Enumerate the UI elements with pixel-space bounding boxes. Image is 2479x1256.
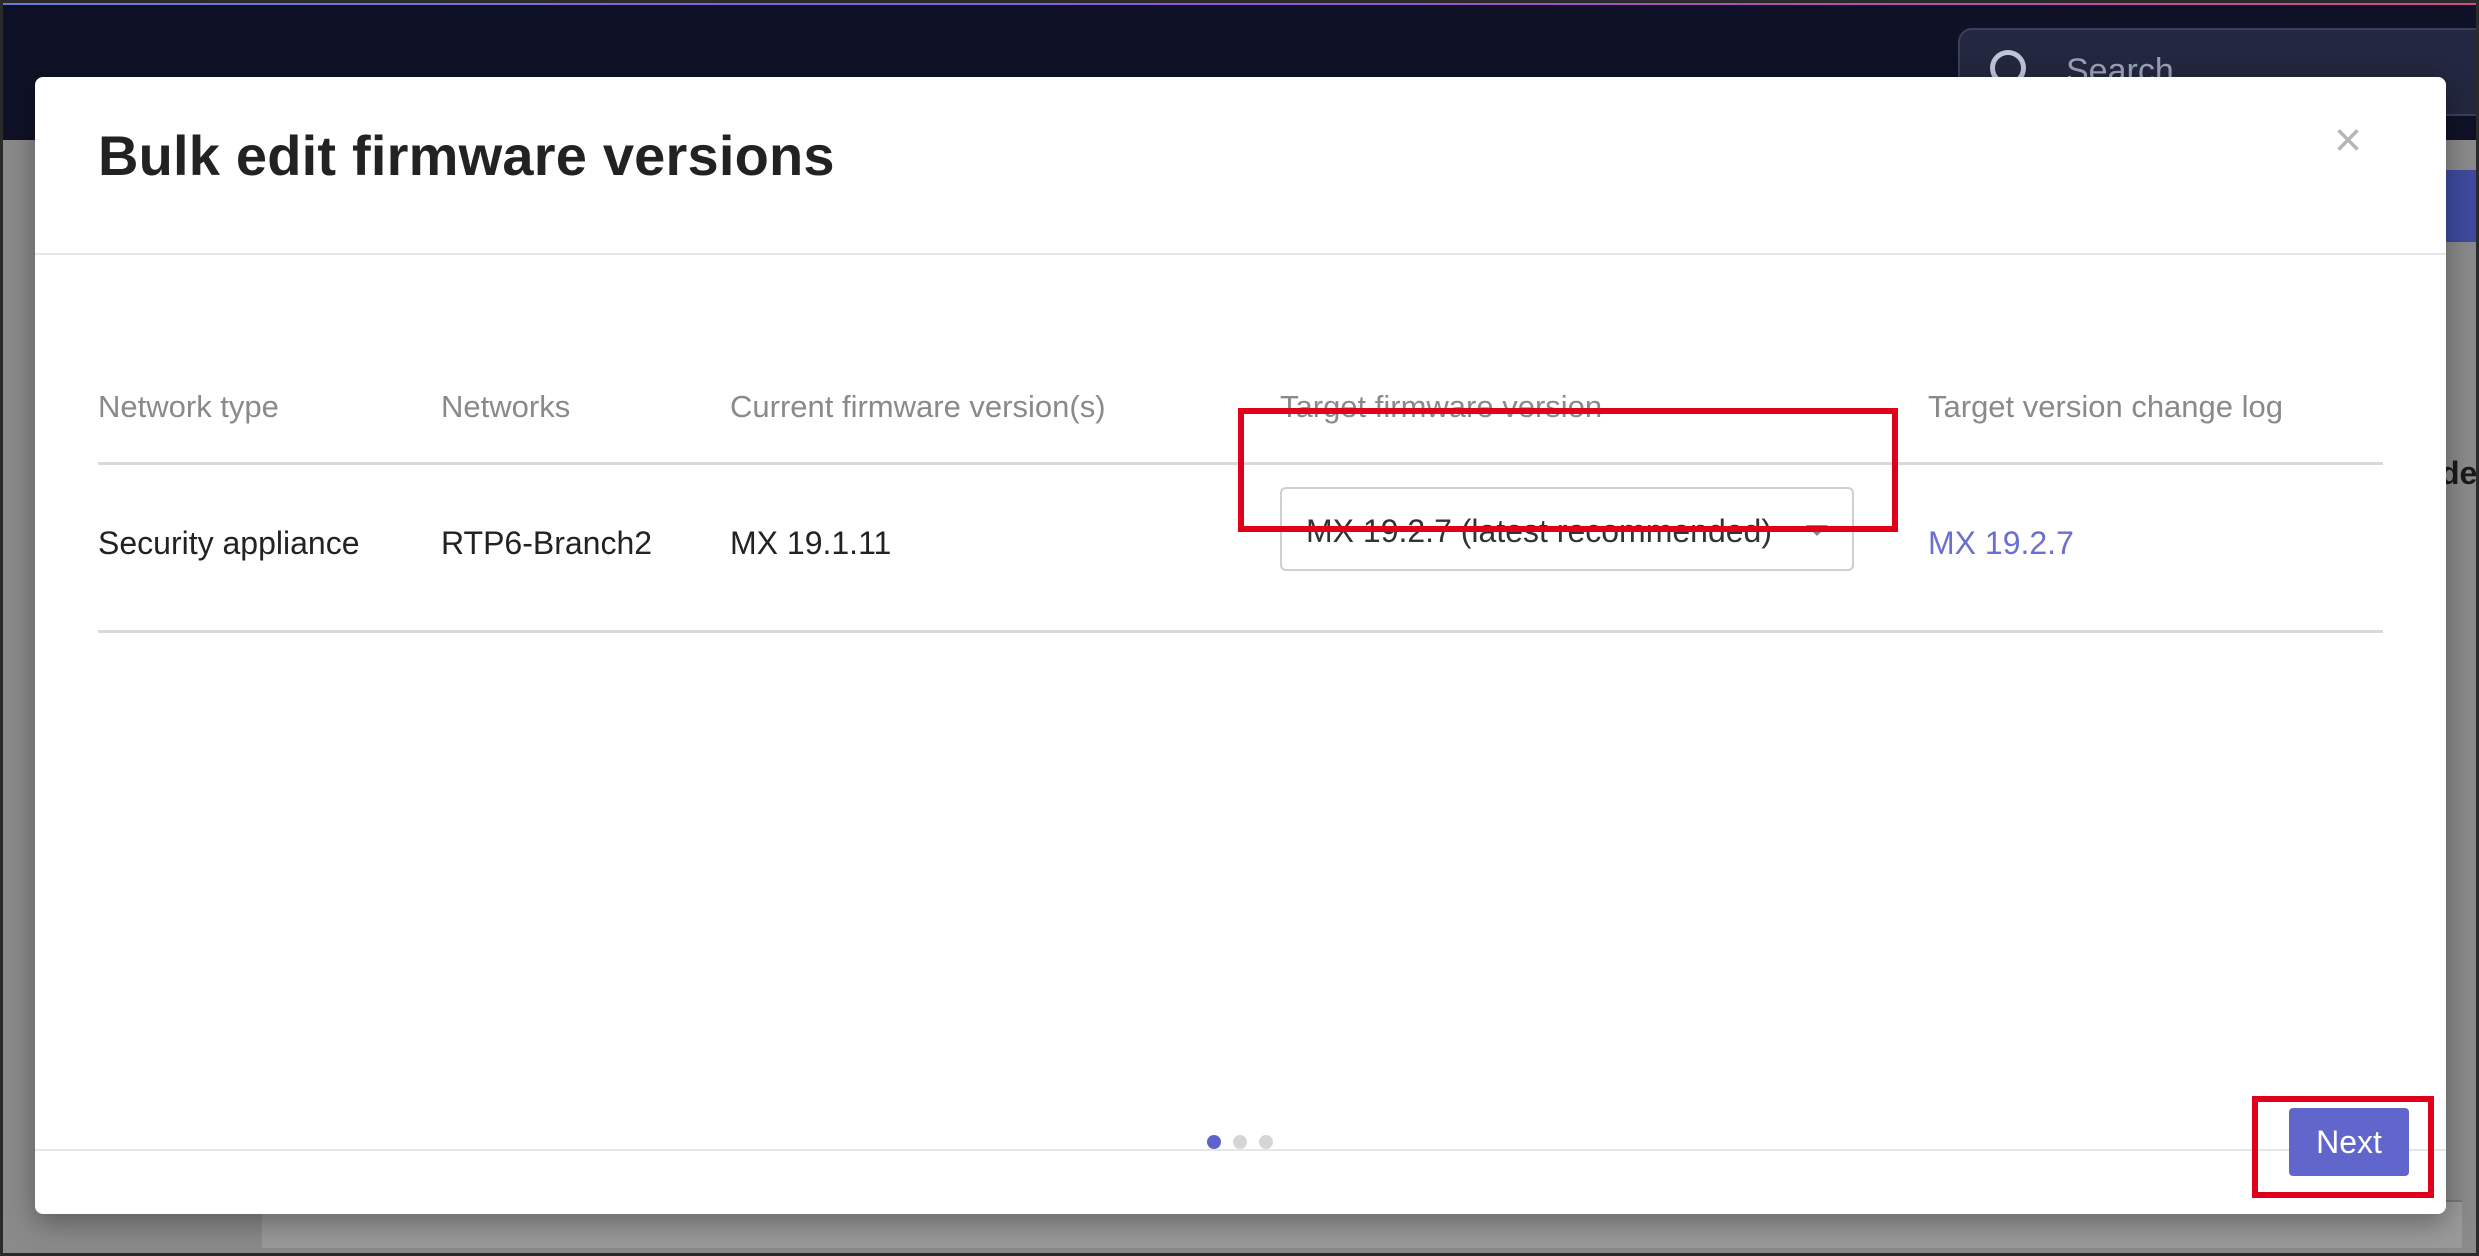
bulk-edit-modal: Bulk edit firmware versions × Network ty… bbox=[35, 77, 2446, 1214]
pagination-dot-1 bbox=[1207, 1135, 1221, 1149]
close-icon[interactable]: × bbox=[2324, 117, 2372, 165]
header-networks: Networks bbox=[441, 389, 571, 424]
pagination-dots bbox=[1207, 1135, 1273, 1149]
modal-header: Bulk edit firmware versions × bbox=[35, 77, 2446, 255]
cell-current-version: MX 19.1.11 bbox=[730, 525, 892, 561]
cell-change-log: MX 19.2.7 bbox=[1928, 525, 2074, 562]
highlight-target-version bbox=[1238, 408, 1898, 532]
header-network-type: Network type bbox=[98, 389, 279, 424]
highlight-next-button bbox=[2252, 1096, 2434, 1198]
cell-network-type: Security appliance bbox=[98, 525, 360, 561]
pagination-dot-2 bbox=[1233, 1135, 1247, 1149]
header-accent-line bbox=[0, 0, 2479, 5]
modal-title: Bulk edit firmware versions bbox=[98, 124, 835, 187]
cell-networks: RTP6-Branch2 bbox=[441, 525, 653, 561]
change-log-link[interactable]: MX 19.2.7 bbox=[1928, 525, 2074, 561]
header-current-firmware: Current firmware version(s) bbox=[730, 389, 1106, 424]
header-change-log: Target version change log bbox=[1928, 389, 2284, 424]
pagination-dot-3 bbox=[1259, 1135, 1273, 1149]
footer-divider bbox=[35, 1149, 2446, 1151]
